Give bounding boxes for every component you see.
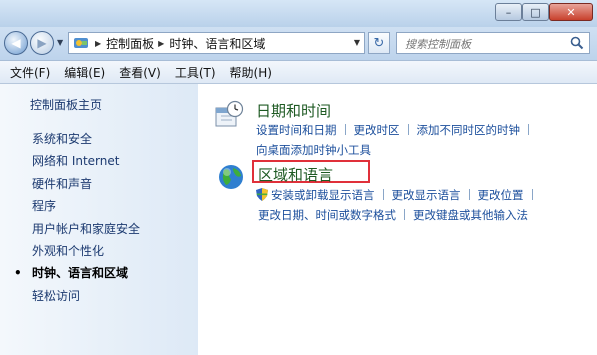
- add-clocks-link[interactable]: 添加不同时区的时钟: [417, 123, 521, 137]
- add-clock-gadget-link[interactable]: 向桌面添加时钟小工具: [256, 143, 371, 157]
- back-arrow-icon: ◀: [11, 36, 21, 50]
- search-box: [396, 32, 590, 54]
- link-separator: [407, 124, 409, 135]
- sidebar-item-appearance[interactable]: 外观和个性化: [0, 240, 140, 262]
- search-icon[interactable]: [570, 36, 584, 50]
- sidebar-item-hardware-sound[interactable]: 硬件和声音: [0, 173, 140, 195]
- change-display-language-link[interactable]: 更改显示语言: [392, 188, 461, 202]
- content-pane: 日期和时间 设置时间和日期 更改时区 添加不同时区的时钟 向桌面添加时钟小工具 区域…: [198, 84, 597, 355]
- control-panel-home-link[interactable]: 控制面板主页: [30, 96, 102, 113]
- sidebar-item-clock-language-region[interactable]: 时钟、语言和区域: [0, 262, 140, 285]
- link-separator: [528, 124, 529, 135]
- category-list: 系统和安全 网络和 Internet 硬件和声音 程序 用户帐户和家庭安全 外观…: [0, 128, 140, 307]
- close-button[interactable]: ✕: [549, 3, 593, 21]
- address-dropdown-icon[interactable]: ▼: [354, 38, 360, 47]
- breadcrumb-separator-icon: ▶: [158, 38, 165, 48]
- change-keyboards-link[interactable]: 更改键盘或其他输入法: [413, 208, 528, 222]
- search-input[interactable]: [403, 34, 567, 54]
- title-bar: – □ ✕: [0, 0, 597, 27]
- sidebar-item-system-security[interactable]: 系统和安全: [0, 128, 140, 150]
- calendar-clock-icon: [215, 100, 244, 127]
- recent-pages-dropdown-icon[interactable]: ▼: [57, 38, 63, 47]
- link-separator: [531, 189, 533, 200]
- breadcrumb-separator-icon: ▶: [95, 38, 102, 48]
- date-time-links-row2: 向桌面添加时钟小工具: [256, 142, 371, 158]
- region-language-title-link[interactable]: 区域和语言: [258, 164, 333, 185]
- link-separator: [344, 124, 346, 135]
- minimize-button[interactable]: –: [495, 3, 522, 21]
- address-bar[interactable]: ▶ 控制面板 ▶ 时钟、语言和区域 ▼: [68, 32, 365, 54]
- forward-arrow-icon: ▶: [37, 36, 47, 50]
- set-time-date-link[interactable]: 设置时间和日期: [256, 123, 337, 137]
- install-display-languages-link[interactable]: 安装或卸载显示语言: [271, 188, 375, 202]
- breadcrumb-control-panel[interactable]: 控制面板: [106, 35, 154, 52]
- link-separator: [382, 189, 384, 200]
- maximize-button[interactable]: □: [522, 3, 549, 21]
- globe-icon: [219, 165, 243, 189]
- sidebar-item-network-internet[interactable]: 网络和 Internet: [0, 150, 140, 172]
- refresh-icon: ↻: [373, 35, 385, 51]
- menu-edit[interactable]: 编辑(E): [57, 64, 112, 81]
- link-separator: [468, 189, 470, 200]
- menu-view[interactable]: 查看(V): [112, 64, 168, 81]
- region-language-links-row2: 更改日期、时间或数字格式 更改键盘或其他输入法: [258, 207, 528, 223]
- address-toolbar: ◀ ▶ ▼ ▶ 控制面板 ▶ 时钟、语言和区域 ▼ ↻: [0, 27, 597, 60]
- menu-bar: 文件(F) 编辑(E) 查看(V) 工具(T) 帮助(H): [0, 60, 597, 84]
- breadcrumb-clock-language-region[interactable]: 时钟、语言和区域: [169, 35, 265, 52]
- menu-file[interactable]: 文件(F): [0, 64, 57, 81]
- forward-button[interactable]: ▶: [30, 31, 54, 55]
- link-separator: [404, 209, 405, 220]
- date-time-links-row1: 设置时间和日期 更改时区 添加不同时区的时钟: [256, 122, 537, 138]
- uac-shield-icon: [256, 188, 268, 201]
- navigation-pane: 控制面板主页 系统和安全 网络和 Internet 硬件和声音 程序 用户帐户和…: [0, 84, 198, 355]
- region-language-links-row1: 安装或卸载显示语言 更改显示语言 更改位置: [256, 187, 541, 203]
- control-panel-window: – □ ✕ ◀ ▶ ▼ ▶ 控制面板 ▶ 时钟、语言和区域 ▼ ↻ 搜索控制面板…: [0, 0, 597, 355]
- sidebar-item-user-accounts[interactable]: 用户帐户和家庭安全: [0, 218, 140, 240]
- date-time-title-link[interactable]: 日期和时间: [256, 100, 331, 121]
- change-location-link[interactable]: 更改位置: [478, 188, 524, 202]
- back-button[interactable]: ◀: [4, 31, 28, 55]
- change-time-zone-link[interactable]: 更改时区: [354, 123, 400, 137]
- sidebar-item-ease-of-access[interactable]: 轻松访问: [0, 285, 140, 307]
- refresh-button[interactable]: ↻: [368, 32, 390, 54]
- change-formats-link[interactable]: 更改日期、时间或数字格式: [258, 208, 396, 222]
- menu-help[interactable]: 帮助(H): [223, 64, 279, 81]
- sidebar-item-programs[interactable]: 程序: [0, 195, 140, 217]
- control-panel-icon: [74, 38, 88, 48]
- menu-tools[interactable]: 工具(T): [168, 64, 223, 81]
